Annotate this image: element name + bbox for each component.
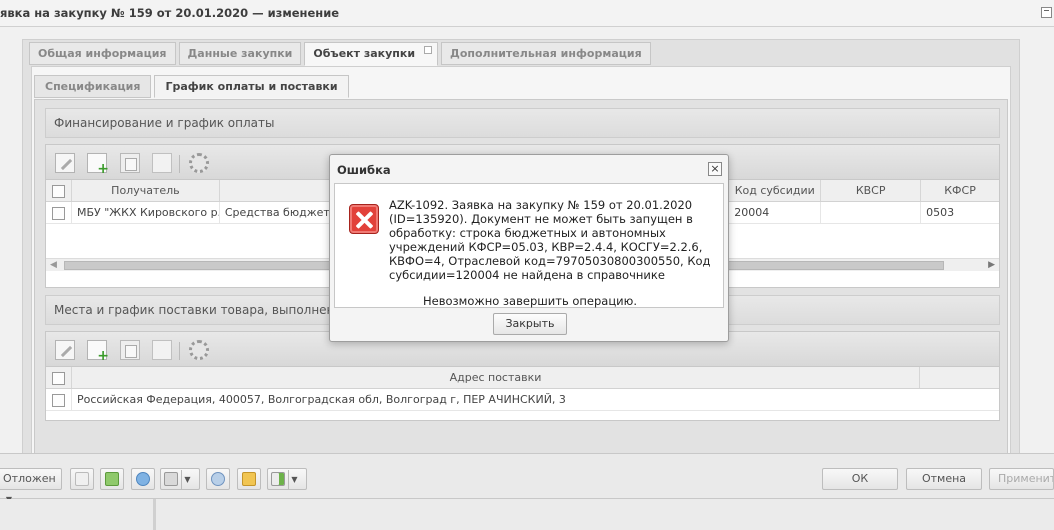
ok-button[interactable]: ОК (822, 468, 898, 490)
printer-icon (164, 472, 178, 486)
copy-icon[interactable] (120, 153, 140, 173)
deferred-status-label: Отложен (3, 472, 56, 485)
toolbar-separator (179, 155, 180, 173)
column-kfsr[interactable]: КФСР (921, 180, 999, 201)
maximize-icon[interactable] (1041, 7, 1052, 18)
delivery-grid-header: Адрес поставки (46, 367, 999, 389)
error-footer: Невозможно завершить операцию. (423, 294, 637, 308)
tab-purchase-data[interactable]: Данные закупки (178, 42, 302, 65)
panel-divider (153, 499, 156, 530)
copy-icon[interactable] (120, 340, 140, 360)
table-row[interactable]: Российская Федерация, 400057, Волгоградс… (46, 389, 999, 411)
gear-icon[interactable] (189, 153, 209, 173)
gear-icon[interactable] (189, 340, 209, 360)
delete-icon[interactable] (152, 153, 172, 173)
sub-tabs: Спецификация График оплаты и поставки (34, 75, 352, 99)
tab-general-info[interactable]: Общая информация (29, 42, 176, 65)
row-checkbox[interactable] (46, 202, 72, 223)
edit-icon[interactable] (55, 340, 75, 360)
edit-icon[interactable] (55, 153, 75, 173)
chevron-down-icon[interactable]: ▼ (181, 470, 193, 490)
document-icon (75, 472, 89, 486)
tab-purchase-object[interactable]: Объект закупки (304, 42, 439, 66)
tab-purchase-object-label: Объект закупки (313, 47, 416, 60)
cell-kfsr: 0503 (926, 206, 955, 219)
document-button[interactable] (70, 468, 94, 490)
recycle-icon (105, 472, 119, 486)
window-title: явка на закупку № 159 от 20.01.2020 — из… (0, 6, 340, 20)
cell-subsidy-code: 20004 (729, 202, 822, 223)
key-icon (242, 472, 256, 486)
cell-delivery-address: Российская Федерация, 400057, Волгоградс… (77, 393, 566, 406)
chevron-down-icon[interactable]: ▼ (288, 470, 300, 490)
column-subsidy-code[interactable]: Код субсидии (729, 180, 822, 201)
column-recipient[interactable]: Получатель (72, 180, 220, 201)
column-kvsr[interactable]: КВСР (821, 180, 922, 201)
scroll-left-icon[interactable]: ◀ (50, 260, 57, 270)
cancel-button[interactable]: Отмена (906, 468, 982, 490)
main-tabs: Общая информация Данные закупки Объект з… (29, 42, 654, 66)
purchase-request-window: явка на закупку № 159 от 20.01.2020 — из… (0, 0, 1054, 530)
sync-icon (136, 472, 150, 486)
financing-section-header[interactable]: Финансирование и график оплаты (45, 108, 1000, 138)
scroll-right-icon[interactable]: ▶ (988, 260, 995, 270)
row-checkbox[interactable] (46, 389, 72, 410)
paperclip-icon (211, 472, 225, 486)
tab-additional-info[interactable]: Дополнительная информация (441, 42, 651, 65)
deferred-status-dropdown[interactable]: Отложен ▼ (0, 468, 62, 504)
close-icon[interactable]: × (708, 162, 722, 176)
dialog-title: Ошибка (337, 163, 391, 177)
error-message: AZK-1092. Заявка на закупку № 159 от 20.… (389, 198, 711, 282)
tab-pin-icon[interactable] (424, 46, 433, 54)
bottom-toolbar: Отложен ▼ ▼ ▼ ОК Отмена Применить (0, 453, 1054, 504)
attach-button[interactable] (206, 468, 230, 490)
dialog-body: AZK-1092. Заявка на закупку № 159 от 20.… (334, 183, 724, 308)
sync-button[interactable] (131, 468, 155, 490)
select-all-checkbox[interactable] (46, 367, 72, 388)
toolbar-separator (179, 342, 180, 360)
refresh-green-button[interactable] (100, 468, 124, 490)
apply-button[interactable]: Применить (989, 468, 1054, 490)
tab-specification[interactable]: Спецификация (34, 75, 152, 98)
add-icon[interactable] (87, 153, 109, 177)
delete-icon[interactable] (152, 340, 172, 360)
window-header: явка на закупку № 159 от 20.01.2020 — из… (0, 0, 1054, 27)
export-icon (271, 472, 285, 486)
cell-kvsr (821, 202, 922, 223)
close-button[interactable]: Закрыть (493, 313, 567, 335)
tab-payment-delivery-schedule[interactable]: График оплаты и поставки (154, 75, 349, 98)
key-button[interactable] (237, 468, 261, 490)
select-all-checkbox[interactable] (46, 180, 72, 201)
error-dialog: Ошибка × AZK-1092. Заявка на закупку № 1… (329, 154, 729, 342)
print-button[interactable]: ▼ (160, 468, 200, 490)
error-icon (349, 204, 379, 234)
add-icon[interactable] (87, 340, 109, 364)
cell-recipient: МБУ "ЖКХ Кировского р... (72, 202, 220, 223)
column-empty (920, 367, 998, 388)
status-strip (0, 499, 1054, 530)
delivery-grid: Адрес поставки Российская Федерация, 400… (45, 331, 1000, 421)
export-button[interactable]: ▼ (267, 468, 307, 490)
column-delivery-address[interactable]: Адрес поставки (72, 367, 920, 388)
